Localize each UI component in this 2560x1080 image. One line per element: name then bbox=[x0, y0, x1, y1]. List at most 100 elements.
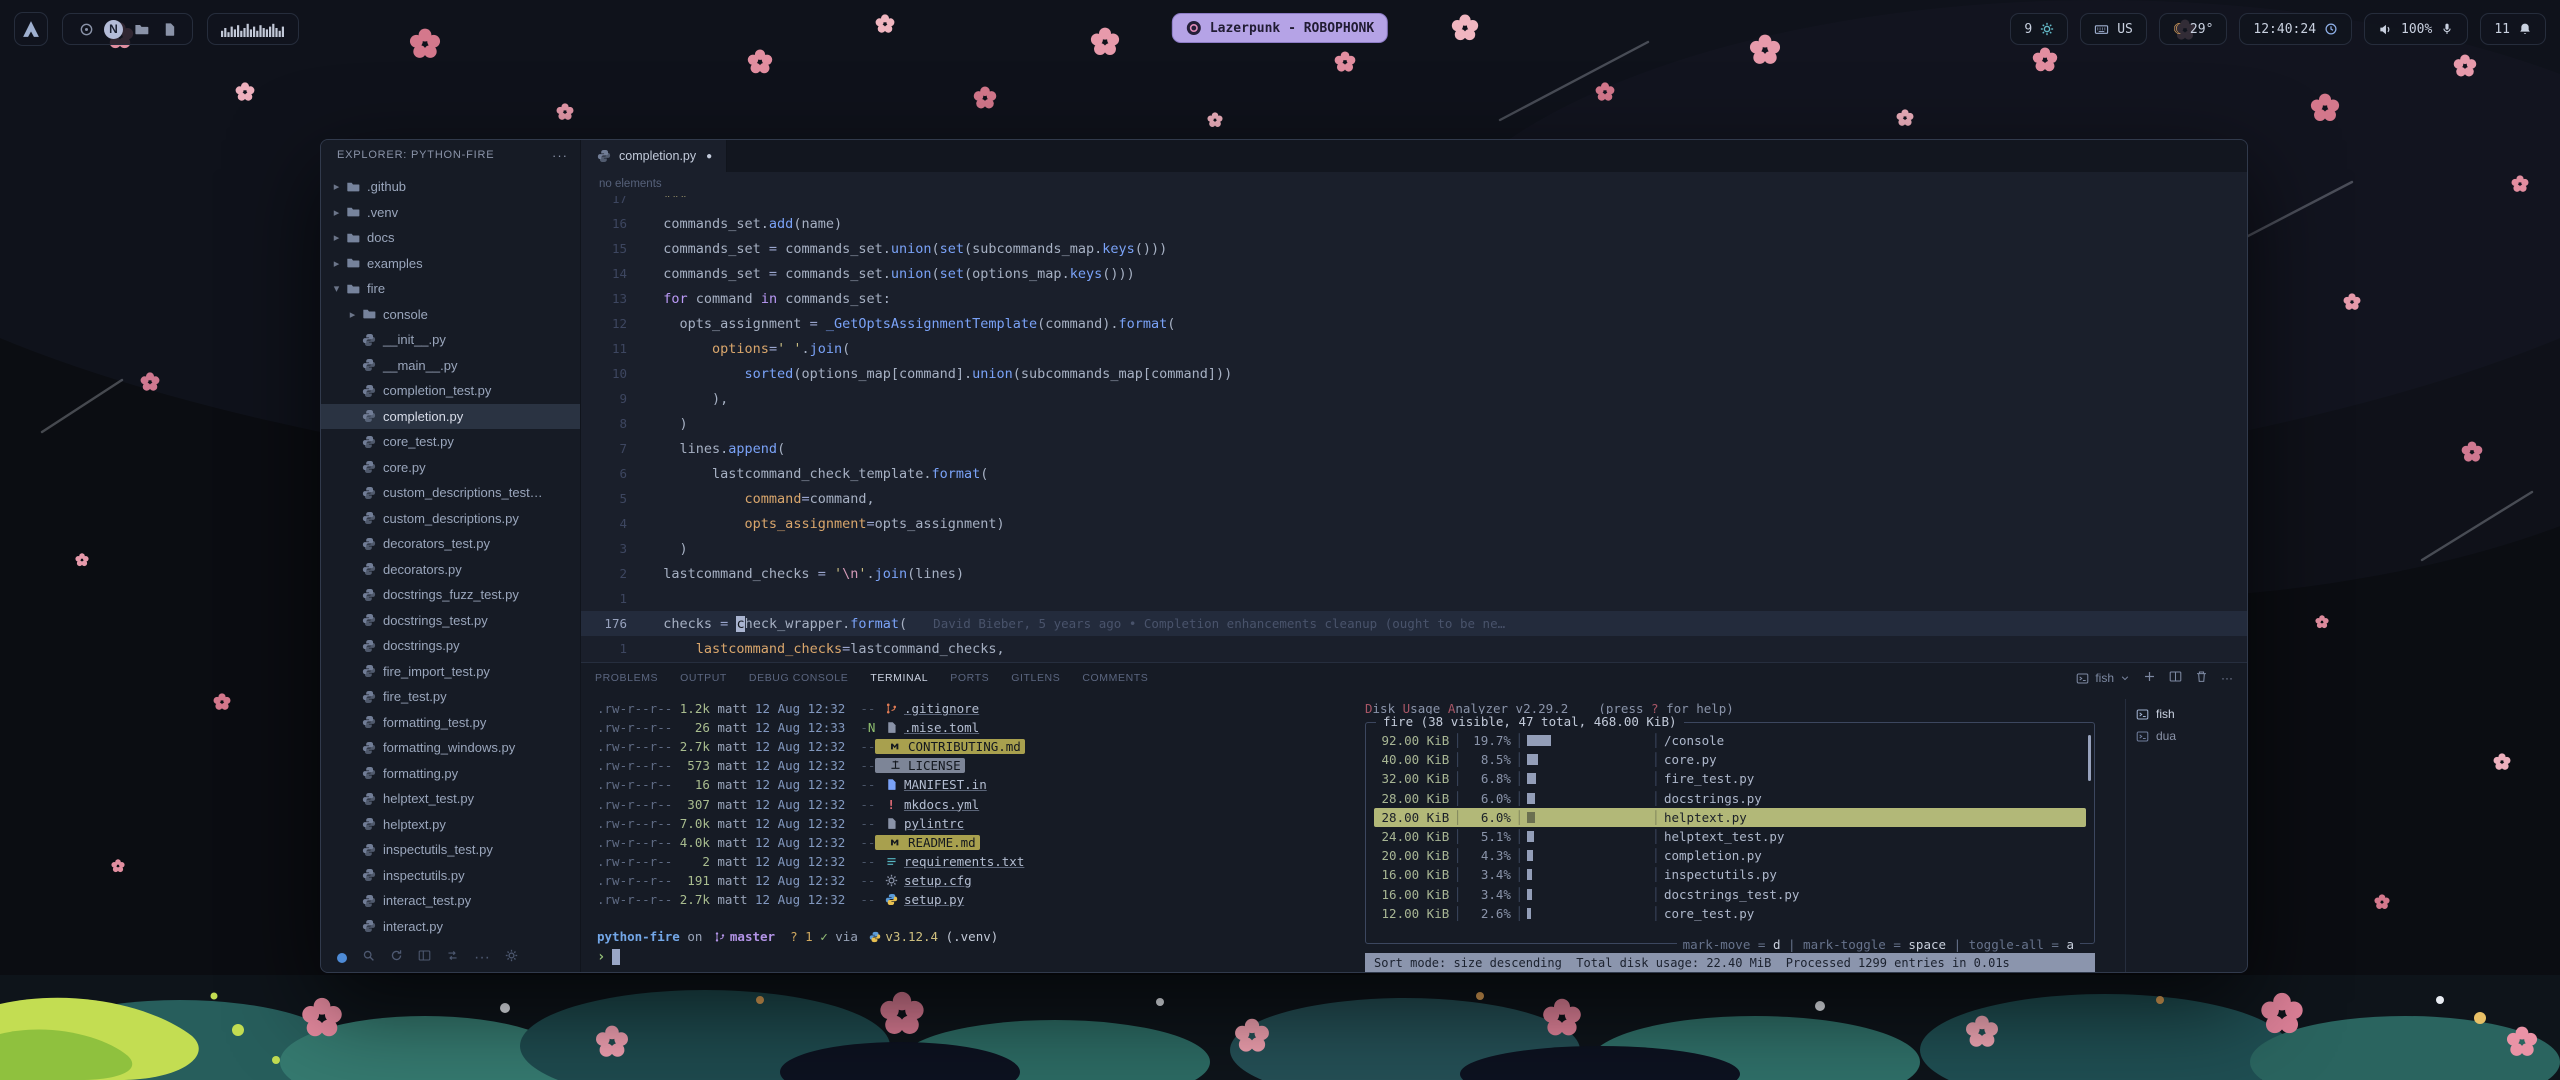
panel-tab-comments[interactable]: COMMENTS bbox=[1082, 672, 1148, 684]
code-line[interactable]: 10 sorted(options_map[command].union(sub… bbox=[581, 361, 2247, 386]
code-line[interactable]: 8 ) bbox=[581, 411, 2247, 436]
tree-item[interactable]: helptext_test.py bbox=[321, 786, 580, 812]
code-line[interactable]: 17 """ bbox=[581, 196, 2247, 211]
keyboard-layout-widget[interactable]: US bbox=[2080, 13, 2147, 45]
tree-item[interactable]: ▸.venv bbox=[321, 200, 580, 226]
code-line[interactable]: 3 ) bbox=[581, 536, 2247, 561]
tree-item[interactable]: completion_test.py bbox=[321, 378, 580, 404]
workspace-disc-icon[interactable] bbox=[76, 19, 96, 39]
code-line[interactable]: 7 lines.append( bbox=[581, 436, 2247, 461]
remote-indicator-icon[interactable] bbox=[337, 953, 347, 963]
code-line[interactable]: 4 opts_assignment=opts_assignment) bbox=[581, 511, 2247, 536]
code-line[interactable]: 176 checks = check_wrapper.format(David … bbox=[581, 611, 2247, 636]
launcher-button[interactable] bbox=[14, 12, 48, 46]
new-terminal-button[interactable] bbox=[2143, 670, 2156, 686]
terminal-pane-dua[interactable]: Disk Usage Analyzer v2.29.2 (press ? for… bbox=[1365, 699, 2095, 972]
clock-widget[interactable]: 12:40:24 bbox=[2239, 13, 2352, 45]
tree-item[interactable]: helptext.py bbox=[321, 812, 580, 838]
terminal-session-item[interactable]: dua bbox=[2136, 725, 2247, 747]
dua-row[interactable]: 24.00 KiB│5.1%││helptext_test.py bbox=[1374, 827, 2086, 846]
panel-tab-output[interactable]: OUTPUT bbox=[680, 672, 727, 684]
tree-item[interactable]: ▸docs bbox=[321, 225, 580, 251]
layout-icon[interactable] bbox=[418, 949, 431, 967]
terminal-pane-fish[interactable]: .rw-r--r--1.2kmatt12 Aug 12:32--.gitigno… bbox=[581, 699, 1323, 972]
tree-item[interactable]: __init__.py bbox=[321, 327, 580, 353]
tree-item[interactable]: ▾fire bbox=[321, 276, 580, 302]
tree-item[interactable]: fire_test.py bbox=[321, 684, 580, 710]
terminal-session-item[interactable]: fish bbox=[2136, 703, 2247, 725]
code-line[interactable]: 1 lastcommand_checks=lastcommand_checks, bbox=[581, 636, 2247, 661]
dua-row[interactable]: 16.00 KiB│3.4%││docstrings_test.py bbox=[1374, 885, 2086, 904]
tree-item[interactable]: formatting.py bbox=[321, 761, 580, 787]
tree-item[interactable]: custom_descriptions_test… bbox=[321, 480, 580, 506]
notifications-widget[interactable]: 11 bbox=[2480, 13, 2546, 45]
audio-widget[interactable]: 100% bbox=[2364, 13, 2468, 45]
dua-row[interactable]: 16.00 KiB│3.4%││inspectutils.py bbox=[1374, 865, 2086, 884]
dua-scrollbar[interactable] bbox=[2088, 735, 2091, 781]
panel-tab-debug-console[interactable]: DEBUG CONSOLE bbox=[749, 672, 848, 684]
panel-more-icon[interactable]: ··· bbox=[2221, 671, 2233, 685]
breadcrumb[interactable]: no elements bbox=[581, 172, 2247, 196]
updates-widget[interactable]: 9 bbox=[2010, 13, 2068, 45]
tree-item[interactable]: ▸examples bbox=[321, 251, 580, 277]
code-line[interactable]: 5 command=command, bbox=[581, 486, 2247, 511]
tree-item[interactable]: docstrings_test.py bbox=[321, 608, 580, 634]
explorer-more-icon[interactable]: ··· bbox=[552, 148, 568, 163]
split-terminal-button[interactable] bbox=[2169, 670, 2182, 686]
code-line[interactable]: 16 commands_set.add(name) bbox=[581, 211, 2247, 236]
sync-icon[interactable] bbox=[390, 949, 403, 967]
modified-dot-icon[interactable]: ● bbox=[706, 151, 712, 162]
kill-terminal-button[interactable] bbox=[2195, 670, 2208, 686]
more-icon[interactable]: ··· bbox=[474, 949, 490, 967]
code-line[interactable]: 12 opts_assignment = _GetOptsAssignmentT… bbox=[581, 311, 2247, 336]
dua-row[interactable]: 92.00 KiB│19.7%││/console bbox=[1374, 731, 2086, 750]
dua-row[interactable]: 20.00 KiB│4.3%││completion.py bbox=[1374, 846, 2086, 865]
tree-item[interactable]: custom_descriptions.py bbox=[321, 506, 580, 532]
dua-row[interactable]: 28.00 KiB│6.0%││docstrings.py bbox=[1374, 789, 2086, 808]
swap-icon[interactable] bbox=[446, 949, 459, 967]
tree-item[interactable]: formatting_test.py bbox=[321, 710, 580, 736]
gear-icon[interactable] bbox=[505, 949, 518, 967]
workspace-file-icon[interactable] bbox=[159, 19, 179, 39]
code-line[interactable]: 6 lastcommand_check_template.format( bbox=[581, 461, 2247, 486]
tree-item[interactable]: core.py bbox=[321, 455, 580, 481]
cpu-graph-widget[interactable] bbox=[207, 13, 299, 45]
dua-row[interactable]: 28.00 KiB│6.0%││helptext.py bbox=[1374, 808, 2086, 827]
tree-item[interactable]: ▸.github bbox=[321, 174, 580, 200]
tree-item[interactable]: formatting_windows.py bbox=[321, 735, 580, 761]
search-icon[interactable] bbox=[362, 949, 375, 967]
dua-row[interactable]: 40.00 KiB│8.5%││core.py bbox=[1374, 750, 2086, 769]
tree-item[interactable]: inspectutils.py bbox=[321, 863, 580, 889]
shell-input-line[interactable]: › bbox=[597, 947, 1323, 966]
tree-item[interactable]: inspectutils_test.py bbox=[321, 837, 580, 863]
tree-item[interactable]: interact_test.py bbox=[321, 888, 580, 914]
dua-row[interactable]: 12.00 KiB│2.6%││core_test.py bbox=[1374, 904, 2086, 923]
tree-item[interactable]: decorators_test.py bbox=[321, 531, 580, 557]
editor-tab-completion[interactable]: completion.py ● bbox=[581, 140, 727, 172]
workspace-neovim-icon[interactable]: N bbox=[104, 20, 123, 39]
tree-item[interactable]: fire_import_test.py bbox=[321, 659, 580, 685]
tree-item[interactable]: __main__.py bbox=[321, 353, 580, 379]
code-line[interactable]: 11 options=' '.join( bbox=[581, 336, 2247, 361]
code-editor[interactable]: 17 """16 commands_set.add(name)15 comman… bbox=[581, 196, 2247, 662]
panel-tab-ports[interactable]: PORTS bbox=[950, 672, 989, 684]
panel-tab-gitlens[interactable]: GITLENS bbox=[1011, 672, 1060, 684]
code-line[interactable]: 1 bbox=[581, 586, 2247, 611]
tree-item[interactable]: docstrings_fuzz_test.py bbox=[321, 582, 580, 608]
dua-row[interactable]: 32.00 KiB│6.8%││fire_test.py bbox=[1374, 769, 2086, 788]
code-line[interactable]: 13 for command in commands_set: bbox=[581, 286, 2247, 311]
tree-item[interactable]: ▸console bbox=[321, 302, 580, 328]
code-line[interactable]: 14 commands_set = commands_set.union(set… bbox=[581, 261, 2247, 286]
media-player-widget[interactable]: Lazerpunk - ROBOPHONK bbox=[1172, 13, 1388, 43]
tree-item[interactable]: interact.py bbox=[321, 914, 580, 940]
tree-item[interactable]: decorators.py bbox=[321, 557, 580, 583]
code-line[interactable]: 15 commands_set = commands_set.union(set… bbox=[581, 236, 2247, 261]
code-line[interactable]: 9 ), bbox=[581, 386, 2247, 411]
terminal-profile-select[interactable]: fish bbox=[2076, 671, 2130, 685]
workspace-folder-icon[interactable] bbox=[131, 19, 151, 39]
tree-item[interactable]: docstrings.py bbox=[321, 633, 580, 659]
tree-item[interactable]: completion.py bbox=[321, 404, 580, 430]
panel-tab-terminal[interactable]: TERMINAL bbox=[870, 672, 928, 684]
weather-widget[interactable]: ☾ 29° bbox=[2159, 13, 2228, 45]
code-line[interactable]: 2 lastcommand_checks = '\n'.join(lines) bbox=[581, 561, 2247, 586]
